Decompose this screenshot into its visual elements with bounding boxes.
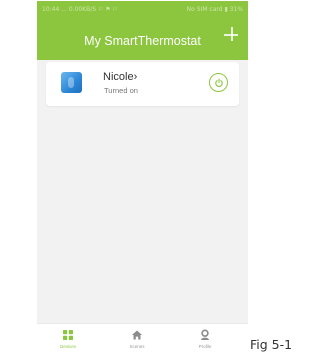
page-title: My SmartThermostat bbox=[84, 34, 201, 48]
tab-scenes-label: Scenes bbox=[129, 344, 145, 349]
status-bar-left: 10:44 ... 0.00KB/S ⚐ ⚑ ⚐ bbox=[42, 6, 118, 13]
device-status: Turned on bbox=[104, 86, 138, 95]
add-device-button[interactable] bbox=[222, 25, 242, 45]
tab-profile-label: Profile bbox=[198, 344, 212, 349]
power-icon bbox=[214, 78, 223, 87]
status-bar-right: No SIM card ▮ 31% bbox=[186, 6, 243, 13]
tab-profile[interactable]: Profile bbox=[180, 329, 230, 355]
power-button[interactable] bbox=[209, 73, 228, 92]
device-name: Nicole› bbox=[103, 71, 138, 83]
phone-screen: 10:44 ... 0.00KB/S ⚐ ⚑ ⚐ No SIM card ▮ 3… bbox=[37, 1, 248, 357]
device-card[interactable]: Nicole› Turned on bbox=[46, 62, 239, 106]
bottom-tab-bar: Devices Scenes Profile bbox=[37, 323, 248, 357]
tab-scenes[interactable]: Scenes bbox=[112, 329, 162, 355]
person-icon bbox=[201, 329, 209, 340]
page: 10:44 ... 0.00KB/S ⚐ ⚑ ⚐ No SIM card ▮ 3… bbox=[0, 0, 303, 361]
app-header: 10:44 ... 0.00KB/S ⚐ ⚑ ⚐ No SIM card ▮ 3… bbox=[37, 1, 248, 60]
tab-devices[interactable]: Devices bbox=[43, 329, 93, 355]
status-bar: 10:44 ... 0.00KB/S ⚐ ⚑ ⚐ No SIM card ▮ 3… bbox=[42, 4, 243, 16]
thermostat-icon bbox=[61, 72, 82, 93]
grid-icon bbox=[63, 330, 73, 340]
home-icon bbox=[132, 330, 142, 340]
tab-devices-label: Devices bbox=[59, 344, 76, 349]
figure-caption: Fig 5-1 bbox=[250, 337, 293, 352]
